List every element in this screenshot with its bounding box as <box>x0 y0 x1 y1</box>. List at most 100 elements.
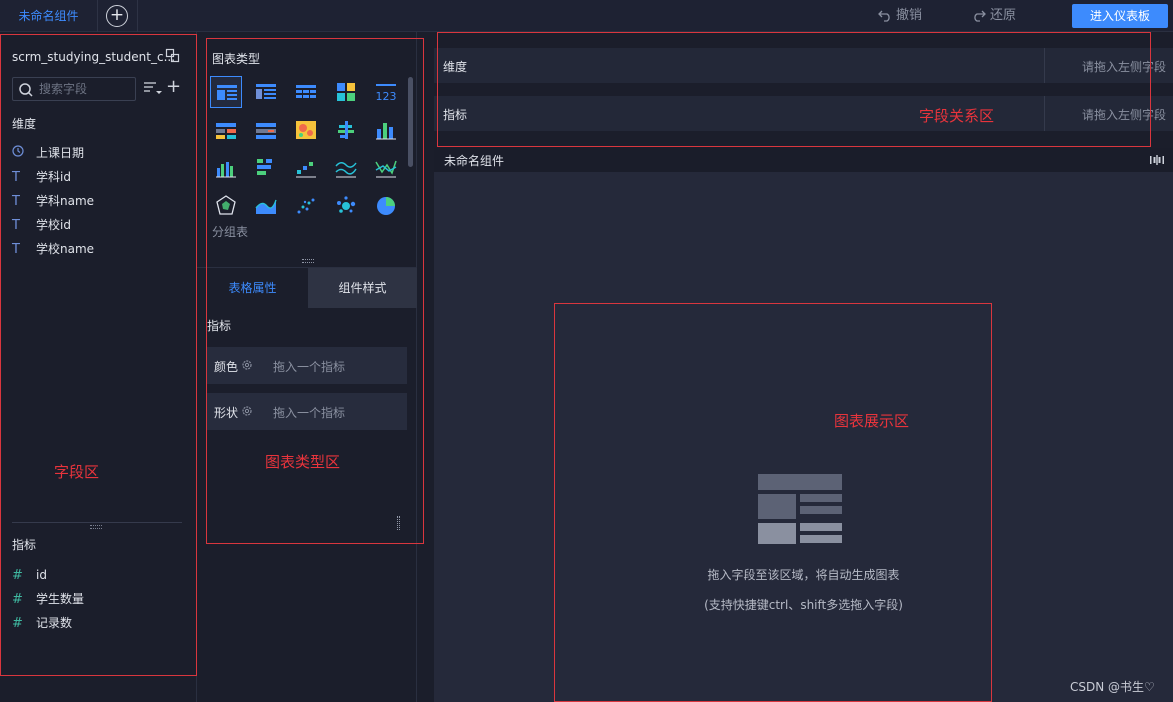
empty-hint-subtext: (支持快捷键ctrl、shift多选拖入字段) <box>704 598 903 612</box>
relation-area-label: 字段关系区 <box>919 107 995 125</box>
cross-table-icon-glyph <box>296 85 316 98</box>
drop-placeholder: 拖入一个指标 <box>273 360 346 374</box>
custom-table-icon-glyph <box>256 123 276 139</box>
custom-table-icon[interactable] <box>250 114 282 146</box>
radar-icon[interactable] <box>210 190 242 222</box>
add-field-icon[interactable]: + <box>166 78 181 96</box>
sort-filter-icon[interactable] <box>143 81 163 98</box>
list-item[interactable]: T 学科id <box>12 165 94 189</box>
scrollbar[interactable] <box>408 77 413 167</box>
display-area-label: 图表展示区 <box>834 412 910 430</box>
area-line-icon[interactable] <box>330 152 362 184</box>
kpi-number-icon[interactable]: 123 <box>370 76 402 108</box>
list-item[interactable]: # id <box>12 563 84 587</box>
pie-chart-icon[interactable] <box>370 190 402 222</box>
selected-chart-caption: 分组表 <box>212 225 249 239</box>
dataset-name: scrm_studying_student_c... <box>12 50 176 64</box>
undo-icon <box>878 10 890 22</box>
heat-table-icon[interactable] <box>210 114 242 146</box>
shape-label: 形状 <box>214 406 239 420</box>
redo-icon <box>974 10 986 22</box>
list-item[interactable]: T 学校id <box>12 213 94 237</box>
relation-label: 维度 <box>443 60 468 74</box>
list-item[interactable]: T 学科name <box>12 189 94 213</box>
chart-canvas[interactable]: 拖入字段至该区域，将自动生成图表 (支持快捷键ctrl、shift多选拖入字段) <box>434 172 1173 702</box>
field-area-label: 字段区 <box>54 463 100 481</box>
detail-table-icon[interactable] <box>250 76 282 108</box>
watermark: CSDN @书生♡ <box>1070 680 1155 694</box>
color-block-icon-glyph <box>337 83 355 101</box>
field-panel: scrm_studying_student_c... + 维度 上课日期 T 学科… <box>0 32 197 702</box>
tab-unnamed-component[interactable]: 未命名组件 <box>0 0 98 32</box>
drop-hint: 请拖入左侧字段 <box>1081 60 1166 74</box>
add-tab-button[interactable]: + <box>98 0 138 32</box>
measure-drop-zone[interactable]: 指标 请拖入左侧字段 <box>434 96 1173 131</box>
area-chart-icon[interactable] <box>250 190 282 222</box>
property-tabs: 表格属性 组件样式 <box>197 267 417 308</box>
search-input[interactable] <box>39 80 133 98</box>
field-label: 学校name <box>36 242 95 256</box>
grouped-table-icon[interactable] <box>210 76 242 108</box>
text-type-icon: T <box>12 194 20 209</box>
tab-component-style[interactable]: 组件样式 <box>308 268 417 308</box>
resize-handle[interactable] <box>302 259 314 265</box>
gear-icon[interactable] <box>241 359 253 374</box>
color-block-icon[interactable] <box>330 76 362 108</box>
undo-button[interactable]: 撤销 <box>878 0 922 32</box>
field-label: 学科id <box>36 170 71 184</box>
text-type-icon: T <box>12 218 20 233</box>
stacked-bar-icon-glyph <box>338 121 354 139</box>
fit-width-icon[interactable] <box>1149 154 1165 169</box>
list-item[interactable]: # 学生数量 <box>12 587 84 611</box>
measure-title: 指标 <box>12 538 37 552</box>
heatmap-icon[interactable] <box>290 114 322 146</box>
gear-icon[interactable] <box>241 405 253 420</box>
shape-drop-row[interactable]: 形状 拖入一个指标 <box>207 393 407 430</box>
list-item[interactable]: # 记录数 <box>12 611 84 635</box>
search-field-box <box>12 77 136 101</box>
component-title[interactable]: 未命名组件 <box>444 152 504 169</box>
plus-circle-icon: + <box>106 5 128 27</box>
dimension-list: 上课日期 T 学科id T 学科name T 学校id T 学校name <box>12 141 94 261</box>
text-type-icon: T <box>12 242 20 257</box>
divider <box>1044 96 1045 131</box>
list-item[interactable]: 上课日期 <box>12 141 94 165</box>
resize-handle[interactable] <box>90 525 102 530</box>
line-chart-icon[interactable] <box>370 152 402 184</box>
number-type-icon: # <box>12 592 23 607</box>
stacked-bar-icon[interactable] <box>330 114 362 146</box>
chart-type-panel: 图表类型 123 分组表 表格属性 组件样式 指标 颜色 拖入一个指标 形状 拖… <box>197 32 417 702</box>
grouped-table-icon-glyph <box>217 85 237 100</box>
relation-label: 指标 <box>443 108 468 122</box>
column-chart-icon-glyph <box>376 123 396 140</box>
cross-table-icon[interactable] <box>290 76 322 108</box>
field-label: 学科name <box>36 194 95 208</box>
bar-chart-icon-glyph <box>257 159 272 175</box>
scatter-icon[interactable] <box>290 190 322 222</box>
color-drop-row[interactable]: 颜色 拖入一个指标 <box>207 347 407 384</box>
enter-dashboard-button[interactable]: 进入仪表板 <box>1072 4 1168 28</box>
drop-placeholder: 拖入一个指标 <box>273 406 346 420</box>
drop-hint: 请拖入左侧字段 <box>1081 108 1166 122</box>
svg-text:123: 123 <box>376 90 397 103</box>
list-item[interactable]: T 学校name <box>12 237 94 261</box>
search-icon <box>19 83 33 97</box>
dimension-drop-zone[interactable]: 维度 请拖入左侧字段 <box>434 48 1173 83</box>
attr-measure-title: 指标 <box>207 319 232 333</box>
pie-chart-icon-glyph <box>377 197 395 215</box>
heat-table-icon-glyph <box>216 123 236 139</box>
scatter-icon-glyph <box>297 198 315 214</box>
redo-button[interactable]: 还原 <box>972 0 1016 32</box>
switch-dataset-icon[interactable] <box>165 48 181 67</box>
step-bar-icon[interactable] <box>290 152 322 184</box>
field-label: id <box>36 568 47 582</box>
field-label: 记录数 <box>36 616 73 630</box>
tab-table-attributes[interactable]: 表格属性 <box>197 268 308 308</box>
column-chart-icon[interactable] <box>370 114 402 146</box>
bubble-icon[interactable] <box>330 190 362 222</box>
multi-column-icon[interactable] <box>210 152 242 184</box>
vertical-resize-handle[interactable] <box>397 516 401 530</box>
main-area: 维度 请拖入左侧字段 指标 请拖入左侧字段 未命名组件 拖入字段至该区域，将自动… <box>418 32 1173 702</box>
bubble-icon-glyph <box>337 196 356 213</box>
bar-chart-icon[interactable] <box>250 152 282 184</box>
